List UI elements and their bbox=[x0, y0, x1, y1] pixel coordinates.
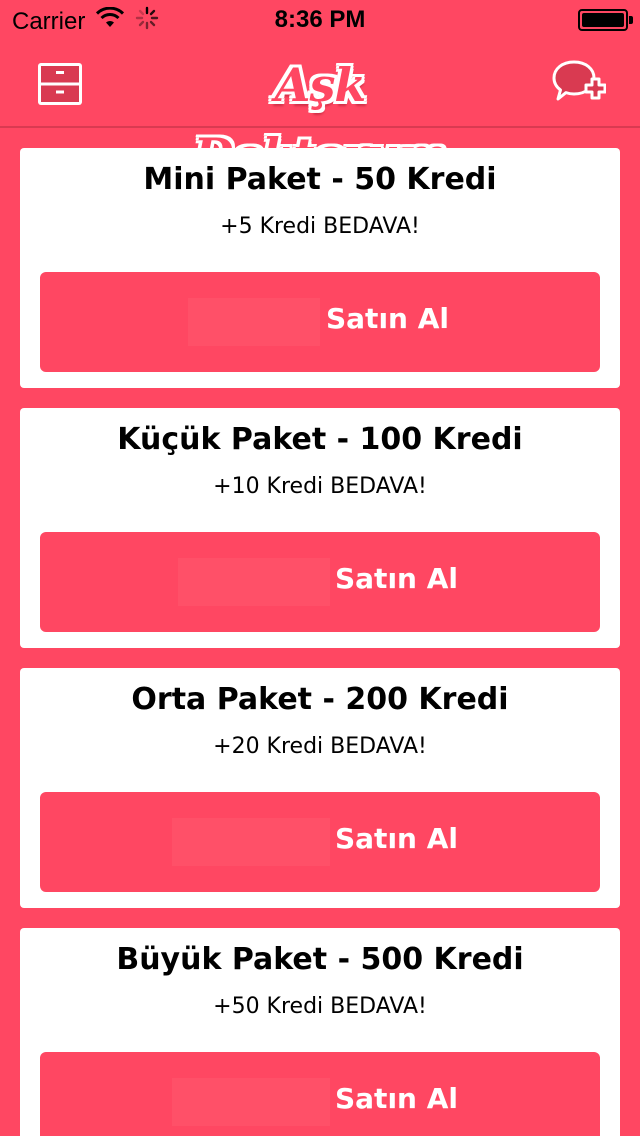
status-bar: Carrier 8:36 PM bbox=[0, 0, 640, 40]
buy-button-label: Satın Al bbox=[335, 562, 458, 595]
chat-add-icon bbox=[552, 60, 607, 101]
price-placeholder bbox=[178, 558, 330, 606]
status-time: 8:36 PM bbox=[274, 6, 366, 33]
buy-button[interactable]: Satın Al bbox=[40, 272, 600, 372]
price-placeholder bbox=[188, 298, 320, 346]
app-title-logo: Aşk Doktorum bbox=[160, 50, 480, 182]
package-title: Orta Paket - 200 Kredi bbox=[131, 682, 509, 717]
buy-button-label: Satın Al bbox=[335, 822, 458, 855]
app-screen: Carrier 8:36 PM Aşk Mini Paket - 50 Kred… bbox=[0, 0, 640, 1136]
buy-button[interactable]: Satın Al bbox=[40, 792, 600, 892]
price-placeholder bbox=[172, 1078, 330, 1126]
buy-button-label: Satın Al bbox=[326, 302, 449, 335]
buy-button[interactable]: Satın Al bbox=[40, 532, 600, 632]
package-list: Mini Paket - 50 Kredi +5 Kredi BEDAVA! S… bbox=[20, 148, 620, 1136]
package-card: Orta Paket - 200 Kredi +20 Kredi BEDAVA!… bbox=[20, 668, 620, 908]
package-title: Mini Paket - 50 Kredi bbox=[143, 162, 497, 197]
package-bonus: +10 Kredi BEDAVA! bbox=[213, 474, 427, 499]
buy-button-label: Satın Al bbox=[335, 1082, 458, 1115]
package-bonus: +50 Kredi BEDAVA! bbox=[213, 994, 427, 1019]
package-title: Büyük Paket - 500 Kredi bbox=[116, 942, 524, 977]
battery-icon bbox=[578, 9, 633, 31]
drawer-icon bbox=[38, 63, 82, 105]
package-card: Büyük Paket - 500 Kredi +50 Kredi BEDAVA… bbox=[20, 928, 620, 1136]
package-bonus: +20 Kredi BEDAVA! bbox=[213, 734, 427, 759]
menu-drawer-button[interactable] bbox=[37, 62, 83, 106]
buy-button[interactable]: Satın Al bbox=[40, 1052, 600, 1136]
package-bonus: +5 Kredi BEDAVA! bbox=[220, 214, 420, 239]
package-card: Küçük Paket - 100 Kredi +10 Kredi BEDAVA… bbox=[20, 408, 620, 648]
package-title: Küçük Paket - 100 Kredi bbox=[117, 422, 523, 457]
nav-bar: Aşk Doktorum bbox=[0, 40, 640, 182]
package-card: Mini Paket - 50 Kredi +5 Kredi BEDAVA! S… bbox=[20, 148, 620, 388]
battery-fill bbox=[582, 13, 624, 27]
new-chat-button[interactable] bbox=[552, 58, 607, 110]
price-placeholder bbox=[172, 818, 330, 866]
